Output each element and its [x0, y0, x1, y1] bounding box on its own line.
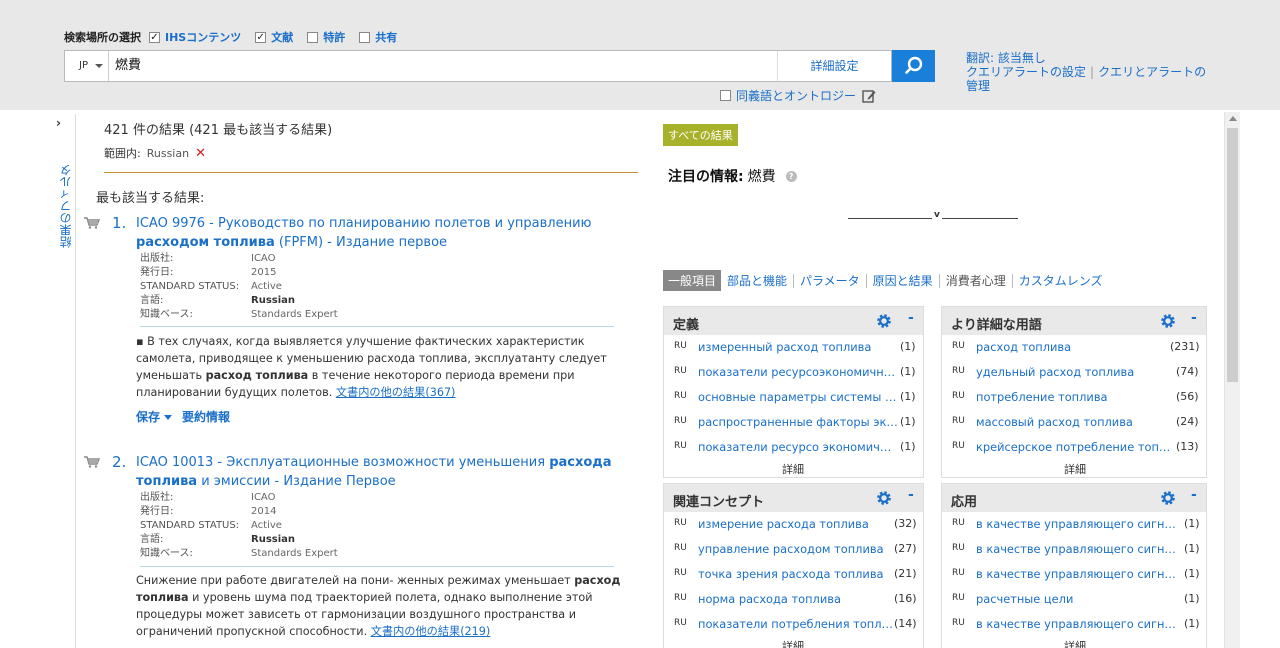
details-link[interactable]: 詳細	[782, 638, 804, 648]
search-icon	[905, 56, 923, 74]
active-filter: 範囲内: Russian ✕	[104, 145, 206, 161]
divider	[140, 326, 614, 327]
spotlight-expander[interactable]: v	[848, 210, 1018, 225]
checkbox-icon[interactable]	[359, 31, 371, 43]
cart-icon[interactable]	[84, 456, 100, 468]
gear-icon[interactable]	[876, 313, 892, 329]
query-alert-manage-link[interactable]: クエリとアラートの	[1098, 65, 1206, 79]
search-box: JP 燃費 詳細設定	[64, 50, 892, 82]
all-results-badge[interactable]: すべての結果	[663, 124, 738, 146]
chevron-right-icon[interactable]: ›	[56, 116, 61, 130]
gear-icon[interactable]	[1160, 490, 1176, 506]
details-link[interactable]: 詳細	[782, 461, 804, 477]
search-input[interactable]: 燃費	[115, 51, 141, 81]
panel-definitions: 定義 - RU измеренный расход топлива (1) RU по…	[663, 306, 924, 478]
result-item: 2. ICAO 10013 - Эксплуатационные возможн…	[84, 453, 624, 648]
scope-literature[interactable]: ✓ 文献	[255, 29, 293, 45]
result-metadata: 出版社: ICAO 発行日: 2014 STANDARD STATUS: Active…	[140, 492, 338, 559]
results-filter-tab[interactable]: › 結果のフィルタ	[52, 114, 76, 648]
summary-link[interactable]: 要約情報	[182, 410, 230, 424]
best-results-heading: 最も該当する結果:	[96, 191, 205, 206]
result-metadata: 出版社: ICAO 発行日: 2015 STANDARD STATUS: Active…	[140, 253, 338, 320]
divider	[140, 566, 614, 567]
edit-icon[interactable]	[862, 89, 876, 103]
result-number: 1.	[112, 214, 127, 232]
search-scope-selector: 検索場所の選択 ✓ IHSコンテンツ ✓ 文献 特許 共有	[64, 29, 411, 45]
result-snippet: Снижение при работе двигателей на пони- …	[136, 574, 621, 638]
tab-parts[interactable]: 部品と機能	[721, 274, 793, 288]
scrollbar[interactable]	[1224, 112, 1240, 648]
help-icon[interactable]: ?	[785, 170, 797, 182]
search-button[interactable]	[892, 50, 935, 82]
panel-applications: 応用 - RU в качестве управляющего сигнала (1…	[941, 483, 1207, 648]
more-in-document-link[interactable]: 文書内の他の結果(219)	[371, 625, 491, 638]
scope-ihs[interactable]: ✓ IHSコンテンツ	[149, 29, 241, 45]
collapse-button[interactable]: -	[1191, 310, 1197, 326]
query-alert-manage-link-2[interactable]: 管理	[966, 79, 1206, 93]
remove-filter-icon[interactable]: ✕	[195, 146, 206, 161]
result-actions: 保存 要約情報	[136, 408, 230, 425]
more-in-document-link[interactable]: 文書内の他の結果(367)	[336, 386, 456, 399]
chevron-down-icon	[95, 64, 103, 68]
filter-label[interactable]: 結果のフィルタ	[57, 138, 74, 248]
panel-narrower-terms: より詳細な用語 - RU расход топлива (231) RU удельн…	[941, 306, 1207, 478]
checkbox-icon[interactable]	[307, 31, 319, 43]
result-title-link[interactable]: ICAO 9976 - Руководство по планированию …	[136, 214, 616, 252]
result-number: 2.	[112, 453, 127, 471]
translation-link[interactable]: 翻訳: 該当無し	[966, 51, 1206, 65]
collapse-button[interactable]: -	[908, 487, 914, 503]
result-count: 421 件の結果 (421 最も該当する結果)	[104, 123, 333, 138]
chevron-down-icon[interactable]	[164, 415, 173, 420]
divider	[104, 172, 638, 173]
gear-icon[interactable]	[1160, 313, 1176, 329]
search-header: 検索場所の選択 ✓ IHSコンテンツ ✓ 文献 特許 共有 JP 燃費 詳細設定 同…	[0, 0, 1280, 110]
result-snippet: ▪ В тех случаях, когда выявляется улучше…	[136, 335, 607, 399]
cart-icon[interactable]	[84, 217, 100, 229]
tab-custom-lens[interactable]: カスタムレンズ	[1011, 273, 1109, 288]
tab-cause-effect[interactable]: 原因と結果	[865, 273, 939, 288]
header-links: 翻訳: 該当無し クエリアラートの設定 | クエリとアラートの 管理	[966, 51, 1207, 93]
collapse-button[interactable]: -	[1191, 487, 1197, 503]
panel-related-concepts: 関連コンセプト - RU измерение расхода топлива (32…	[663, 483, 924, 648]
tab-consumer[interactable]: 消費者心理	[938, 273, 1012, 288]
checkbox-checked-icon[interactable]: ✓	[255, 31, 267, 43]
spotlight-heading: 注目の情報: 燃費 ?	[668, 166, 797, 186]
scroll-up-icon[interactable]	[1229, 116, 1237, 121]
details-link[interactable]: 詳細	[1064, 461, 1086, 477]
checkbox-icon[interactable]	[720, 90, 731, 101]
result-item: 1. ICAO 9976 - Руководство по планирован…	[84, 214, 624, 434]
save-button[interactable]: 保存	[136, 410, 160, 424]
scope-label: 検索場所の選択	[64, 31, 141, 44]
scroll-thumb[interactable]	[1227, 128, 1238, 382]
details-link[interactable]: 詳細	[1064, 638, 1086, 648]
lens-tabs: 一般項目 部品と機能 パラメータ 原因と結果 消費者心理 カスタムレンズ	[663, 270, 1108, 291]
gear-icon[interactable]	[876, 490, 892, 506]
query-alert-settings-link[interactable]: クエリアラートの設定	[966, 65, 1086, 79]
advanced-settings-link[interactable]: 詳細設定	[777, 51, 891, 81]
collapse-button[interactable]: -	[908, 310, 914, 326]
checkbox-checked-icon[interactable]: ✓	[149, 31, 160, 43]
tab-general[interactable]: 一般項目	[663, 270, 722, 291]
language-select[interactable]: JP	[65, 51, 109, 81]
tab-parameters[interactable]: パラメータ	[793, 273, 866, 288]
synonyms-toggle[interactable]: 同義語とオントロジー	[720, 87, 876, 104]
scope-patents[interactable]: 特許	[307, 29, 345, 45]
scope-shared[interactable]: 共有	[359, 29, 397, 45]
chevron-down-icon[interactable]: v	[934, 210, 940, 220]
result-title-link[interactable]: ICAO 10013 - Эксплуатационные возможност…	[136, 453, 616, 491]
